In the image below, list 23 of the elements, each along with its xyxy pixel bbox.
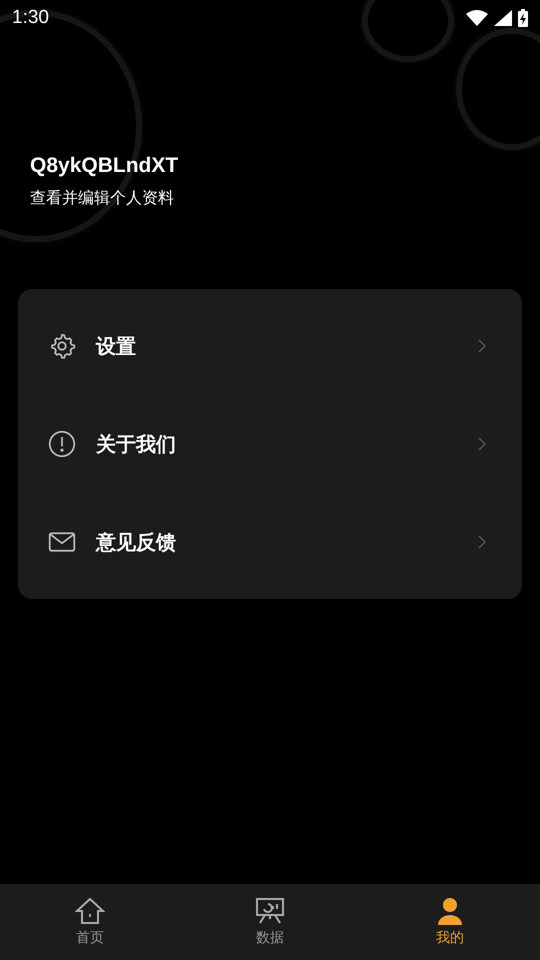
chevron-right-icon <box>478 535 486 549</box>
menu-label: 关于我们 <box>96 430 177 458</box>
tab[interactable]: 首页 <box>0 884 180 960</box>
menu-item[interactable]: 意见反馈 <box>18 493 522 591</box>
tab[interactable]: 我的 <box>360 884 540 960</box>
tab[interactable]: 数据 <box>180 884 360 960</box>
settings-icon <box>48 332 76 360</box>
wifi-icon <box>466 10 488 26</box>
menu-item[interactable]: 设置 <box>18 297 522 395</box>
status-time: 1:30 <box>12 7 49 29</box>
person-icon <box>435 897 465 925</box>
username: Q8ykQBLndXT <box>30 154 180 178</box>
menu-label: 设置 <box>96 332 137 360</box>
menu-item[interactable]: 关于我们 <box>18 395 522 493</box>
presentation-chart-icon <box>255 897 285 925</box>
signal-icon <box>494 10 512 26</box>
battery-charging-icon <box>518 9 528 27</box>
chevron-right-icon <box>478 339 486 353</box>
chevron-right-icon <box>478 437 486 451</box>
menu-label: 意见反馈 <box>96 528 177 556</box>
home-icon <box>75 897 105 925</box>
exclamation-icon <box>48 430 76 458</box>
edit-profile-link[interactable]: 查看并编辑个人资料 <box>30 188 510 209</box>
